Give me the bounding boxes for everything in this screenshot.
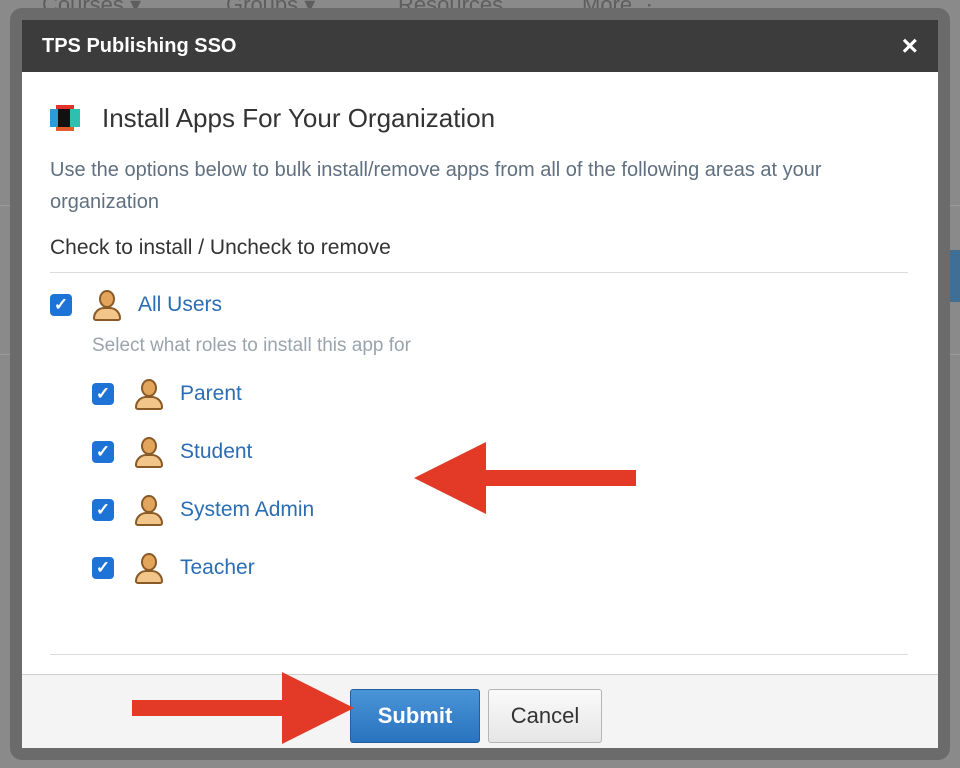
arrow-annotation-submit bbox=[132, 672, 354, 744]
all-users-row: ✓ All Users bbox=[50, 285, 910, 325]
user-icon bbox=[134, 378, 164, 410]
user-icon bbox=[134, 552, 164, 584]
dialog-body: TPS Publishing SSO × Install Apps For Yo… bbox=[22, 20, 938, 748]
student-checkbox[interactable]: ✓ bbox=[92, 441, 114, 463]
parent-checkbox[interactable]: ✓ bbox=[92, 383, 114, 405]
app-logo-icon bbox=[50, 105, 80, 131]
role-row-teacher: ✓ Teacher bbox=[92, 539, 910, 597]
role-row-parent: ✓ Parent bbox=[92, 365, 910, 423]
dialog-title: TPS Publishing SSO bbox=[42, 34, 237, 57]
modal-dialog: TPS Publishing SSO × Install Apps For Yo… bbox=[10, 8, 950, 760]
arrow-annotation-roles bbox=[414, 442, 636, 514]
close-icon[interactable]: × bbox=[902, 32, 918, 60]
role-link-system-admin[interactable]: System Admin bbox=[180, 498, 314, 522]
role-link-parent[interactable]: Parent bbox=[180, 382, 242, 406]
heading-text: Install Apps For Your Organization bbox=[102, 102, 496, 133]
dialog-titlebar: TPS Publishing SSO × bbox=[22, 20, 938, 72]
roles-hint: Select what roles to install this app fo… bbox=[92, 335, 411, 356]
system-admin-checkbox[interactable]: ✓ bbox=[92, 499, 114, 521]
dialog-content: Install Apps For Your Organization Use t… bbox=[22, 102, 938, 597]
submit-button[interactable]: Submit bbox=[350, 689, 480, 743]
all-users-checkbox[interactable]: ✓ bbox=[50, 294, 72, 316]
user-icon bbox=[134, 494, 164, 526]
footer-divider bbox=[50, 654, 908, 655]
role-link-student[interactable]: Student bbox=[180, 440, 252, 464]
description-text: Use the options below to bulk install/re… bbox=[50, 159, 822, 213]
role-link-teacher[interactable]: Teacher bbox=[180, 556, 255, 580]
check-instruction: Check to install / Uncheck to remove bbox=[50, 236, 908, 273]
cancel-button[interactable]: Cancel bbox=[488, 689, 602, 743]
dialog-heading: Install Apps For Your Organization bbox=[50, 102, 910, 134]
user-icon bbox=[92, 289, 122, 321]
teacher-checkbox[interactable]: ✓ bbox=[92, 557, 114, 579]
user-icon bbox=[134, 436, 164, 468]
all-users-link[interactable]: All Users bbox=[138, 293, 222, 317]
